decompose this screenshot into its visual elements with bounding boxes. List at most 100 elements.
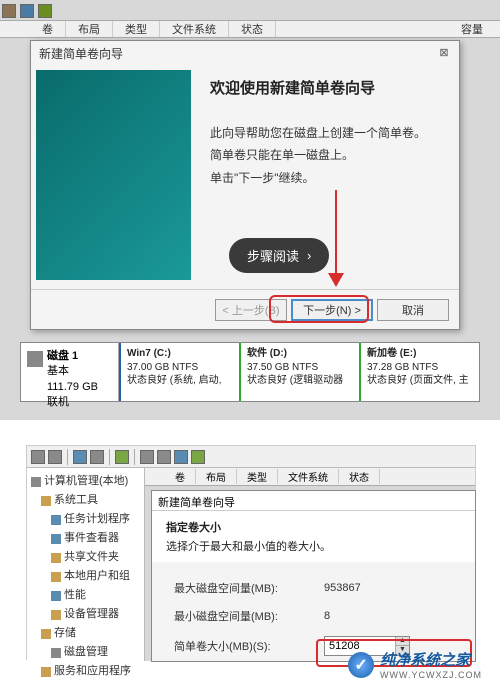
min-space-row: 最小磁盘空间量(MB): 8 [174, 608, 453, 624]
volume-header-row: 卷 布局 类型 文件系统 状态 容量 [0, 20, 500, 38]
disk-type: 基本 [47, 364, 98, 379]
tree-disk-management[interactable]: 磁盘管理 [31, 643, 140, 662]
view-icon-4[interactable] [191, 450, 205, 464]
wizard2-heading: 指定卷大小 [166, 519, 461, 535]
folder-icon [51, 553, 61, 563]
wizard2-subheader: 指定卷大小 选择介于最大和最小值的卷大小。 [152, 511, 475, 562]
wizard2-subtext: 选择介于最大和最小值的卷大小。 [166, 538, 461, 554]
col-type[interactable]: 类型 [113, 21, 160, 37]
tree-services[interactable]: 服务和应用程序 [31, 662, 140, 681]
tree-shared-folders[interactable]: 共享文件夹 [31, 548, 140, 567]
wizard-title-text: 新建简单卷向导 [39, 45, 123, 62]
col-layout[interactable]: 布局 [66, 21, 113, 37]
forward-nav-icon[interactable] [48, 450, 62, 464]
wizard-line3: 单击"下一步"继续。 [210, 167, 445, 190]
partition-c-size: 37.00 GB NTFS [127, 361, 233, 375]
partition-e-name: 新加卷 (E:) [367, 347, 473, 361]
folder-icon [41, 667, 51, 677]
toolbar-icon-2[interactable] [38, 4, 52, 18]
chevron-right-icon: › [307, 248, 311, 263]
partition-e-status: 状态良好 (页面文件, 主 [367, 374, 473, 388]
min-space-value: 8 [324, 610, 434, 622]
max-space-row: 最大磁盘空间量(MB): 953867 [174, 580, 453, 596]
wizard-line1: 此向导帮助您在磁盘上创建一个简单卷。 [210, 122, 445, 145]
volume-size-wizard: 新建简单卷向导 指定卷大小 选择介于最大和最小值的卷大小。 最大磁盘空间量(MB… [151, 490, 476, 662]
tree-task-scheduler[interactable]: 任务计划程序 [31, 510, 140, 529]
view-icon-3[interactable] [174, 450, 188, 464]
col2-volume[interactable]: 卷 [165, 469, 196, 484]
tree-root[interactable]: 计算机管理(本地) [31, 472, 140, 491]
disk-name: 磁盘 1 [47, 349, 98, 364]
app-icon [2, 4, 16, 18]
volume-size-label: 简单卷大小(MB)(S): [174, 638, 324, 654]
annotation-arrow [335, 190, 337, 285]
performance-icon [51, 591, 61, 601]
scheduler-icon [51, 515, 61, 525]
min-space-label: 最小磁盘空间量(MB): [174, 608, 324, 624]
mmc-tree: 计算机管理(本地) 系统工具 任务计划程序 事件查看器 共享文件夹 本地用户和组… [27, 468, 145, 661]
tree-storage[interactable]: 存储 [31, 624, 140, 643]
device-icon [51, 610, 61, 620]
close-icon[interactable]: ⊠ [437, 46, 451, 60]
mmc-main-panel: 卷 布局 类型 文件系统 状态 新建简单卷向导 指定卷大小 选择介于最大和最小值… [145, 468, 475, 661]
view-icon-2[interactable] [157, 450, 171, 464]
col-volume[interactable]: 卷 [30, 21, 66, 37]
wizard-line2: 简单卷只能在单一磁盘上。 [210, 144, 445, 167]
properties-icon[interactable] [90, 450, 104, 464]
disk-size: 111.79 GB [47, 380, 98, 395]
col-status[interactable]: 状态 [229, 21, 276, 37]
tree-performance[interactable]: 性能 [31, 586, 140, 605]
help-icon[interactable] [115, 450, 129, 464]
back-nav-icon[interactable] [31, 450, 45, 464]
volume-header-row-2: 卷 布局 类型 文件系统 状态 [145, 468, 475, 486]
refresh-icon[interactable] [73, 450, 87, 464]
disk-status: 联机 [47, 395, 98, 410]
view-icon-1[interactable] [140, 450, 154, 464]
partition-e[interactable]: 新加卷 (E:) 37.28 GB NTFS 状态良好 (页面文件, 主 [359, 343, 479, 401]
watermark: ✓ 纯净系统之家 WWW.YCWXZJ.COM [348, 649, 482, 680]
partition-c-status: 状态良好 (系统, 启动, [127, 374, 233, 388]
event-icon [51, 534, 61, 544]
wizard2-title: 新建简单卷向导 [152, 491, 475, 511]
col-capacity[interactable]: 容量 [449, 21, 495, 37]
partition-c-name: Win7 (C:) [127, 347, 233, 361]
disk-partition-map: 磁盘 1 基本 111.79 GB 联机 Win7 (C:) 37.00 GB … [20, 342, 480, 402]
partition-d[interactable]: 软件 (D:) 37.50 GB NTFS 状态良好 (逻辑驱动器 [239, 343, 359, 401]
partition-d-size: 37.50 GB NTFS [247, 361, 353, 375]
back-button: < 上一步(B) [215, 299, 287, 321]
col2-type[interactable]: 类型 [237, 469, 278, 484]
folder-icon [41, 496, 51, 506]
partition-c[interactable]: Win7 (C:) 37.00 GB NTFS 状态良好 (系统, 启动, [119, 343, 239, 401]
wizard-titlebar: 新建简单卷向导 ⊠ [31, 41, 459, 65]
disk-management-upper: 卷 布局 类型 文件系统 状态 容量 新建简单卷向导 ⊠ 欢迎使用新建简单卷向导… [0, 0, 500, 420]
disk-label-cell[interactable]: 磁盘 1 基本 111.79 GB 联机 [21, 343, 119, 401]
step-reading-button[interactable]: 步骤阅读 › [229, 238, 329, 273]
disk-mgmt-icon [51, 648, 61, 658]
wizard-banner-image [36, 70, 191, 280]
spinner-up-icon[interactable]: ▲ [396, 637, 409, 646]
tree-device-manager[interactable]: 设备管理器 [31, 605, 140, 624]
folder-icon [41, 629, 51, 639]
partition-d-status: 状态良好 (逻辑驱动器 [247, 374, 353, 388]
tree-event-viewer[interactable]: 事件查看器 [31, 529, 140, 548]
col2-filesystem[interactable]: 文件系统 [278, 469, 339, 484]
step-reading-label: 步骤阅读 [247, 246, 299, 265]
next-button[interactable]: 下一步(N) > [291, 299, 373, 321]
cancel-button[interactable]: 取消 [377, 299, 449, 321]
col2-status[interactable]: 状态 [339, 469, 380, 484]
watermark-text: 纯净系统之家 [380, 649, 482, 670]
wizard-button-row: < 上一步(B) 下一步(N) > 取消 [31, 289, 459, 329]
watermark-logo-icon: ✓ [348, 652, 374, 678]
wizard-heading: 欢迎使用新建简单卷向导 [210, 75, 445, 104]
toolbar-icon-1[interactable] [20, 4, 34, 18]
max-space-label: 最大磁盘空间量(MB): [174, 580, 324, 596]
disk-icon [27, 351, 43, 367]
users-icon [51, 572, 61, 582]
new-simple-volume-wizard: 新建简单卷向导 ⊠ 欢迎使用新建简单卷向导 此向导帮助您在磁盘上创建一个简单卷。… [30, 40, 460, 330]
computer-management-lower: 计算机管理(本地) 系统工具 任务计划程序 事件查看器 共享文件夹 本地用户和组… [26, 445, 476, 660]
max-space-value: 953867 [324, 582, 434, 594]
tree-system-tools[interactable]: 系统工具 [31, 491, 140, 510]
tree-local-users[interactable]: 本地用户和组 [31, 567, 140, 586]
col2-layout[interactable]: 布局 [196, 469, 237, 484]
col-filesystem[interactable]: 文件系统 [160, 21, 229, 37]
